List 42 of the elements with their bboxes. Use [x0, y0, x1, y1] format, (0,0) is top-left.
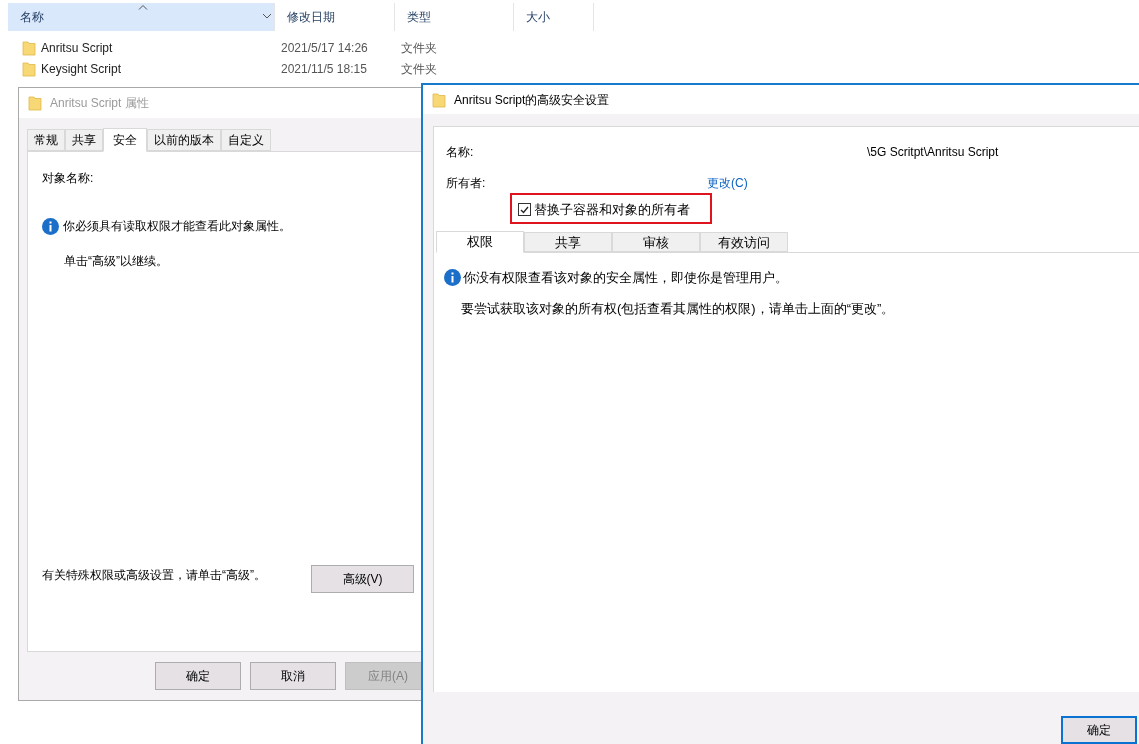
modified-date: 2021/11/5 18:15 — [280, 60, 368, 78]
info-message: 你没有权限查看该对象的安全属性，即使你是管理用户。 — [463, 269, 788, 287]
dialog-button[interactable]: 确定 — [1061, 716, 1137, 744]
change-link[interactable]: 更改(C) — [707, 174, 748, 192]
tab[interactable]: 审核 — [612, 232, 700, 252]
checkbox-label: 替换子容器和对象的所有者 — [534, 201, 690, 219]
tab[interactable]: 共享 — [65, 129, 103, 151]
window-title: Anritsu Script 属性 — [50, 95, 149, 112]
file-name[interactable]: Anritsu Script — [41, 38, 113, 57]
tab[interactable]: 共享 — [524, 232, 612, 252]
tab[interactable]: 有效访问 — [700, 232, 788, 252]
info-icon — [444, 269, 461, 287]
checkbox[interactable] — [518, 203, 531, 217]
folder-icon — [28, 95, 42, 111]
chevron-down-icon — [262, 13, 272, 19]
file-type: 文件夹 — [400, 39, 437, 57]
advanced-hint: 有关特殊权限或高级设置，请单击“高级”。 — [42, 567, 266, 584]
tab[interactable]: 自定义 — [221, 129, 271, 151]
tab[interactable]: 安全 — [103, 128, 147, 152]
folder-icon — [22, 60, 36, 77]
dialog-button[interactable]: 取消 — [250, 662, 336, 690]
folder-icon — [432, 91, 446, 108]
info-message: 你必须具有读取权限才能查看此对象属性。 — [63, 218, 291, 235]
owner-label: 所有者: — [446, 175, 486, 192]
modified-date: 2021/5/17 14:26 — [280, 39, 369, 57]
name-value: \5G Scritpt\Anritsu Script — [867, 144, 999, 161]
folder-icon — [22, 39, 36, 56]
column-header[interactable]: 名称 — [8, 3, 275, 31]
advanced-button[interactable]: 高级(V) — [311, 565, 414, 593]
hint-text: 单击“高级”以继续。 — [64, 253, 168, 270]
tab[interactable]: 权限 — [436, 231, 524, 253]
object-name-label: 对象名称: — [42, 170, 94, 187]
file-name[interactable]: Keysight Script — [41, 59, 122, 78]
file-type: 文件夹 — [400, 60, 437, 78]
window-title: Anritsu Script的高级安全设置 — [454, 91, 610, 109]
name-label: 名称: — [446, 144, 474, 161]
info-icon — [42, 217, 59, 235]
tab[interactable]: 以前的版本 — [147, 129, 221, 151]
tab[interactable]: 常规 — [27, 129, 65, 151]
sort-up-icon — [138, 4, 148, 10]
dialog-button[interactable]: 确定 — [155, 662, 241, 690]
hint-text: 要尝试获取该对象的所有权(包括查看其属性的权限)，请单击上面的“更改”。 — [461, 300, 895, 318]
